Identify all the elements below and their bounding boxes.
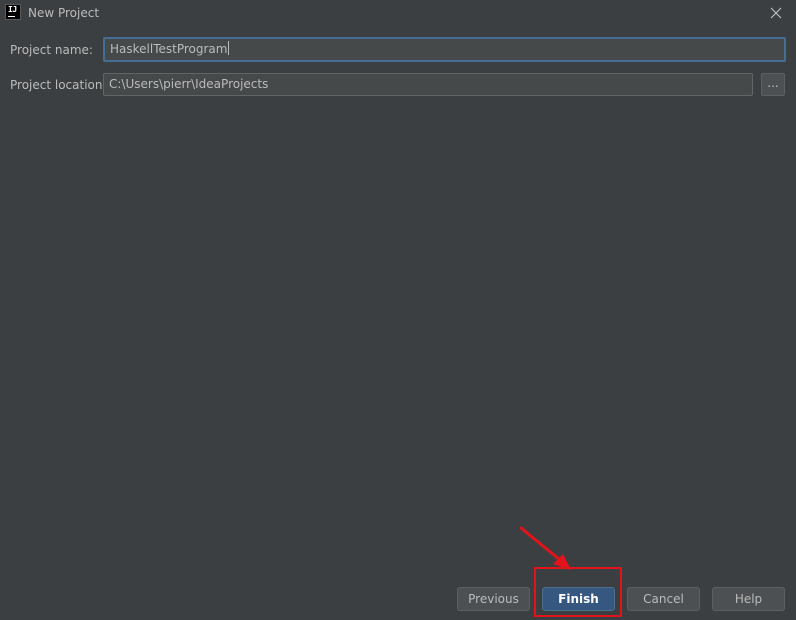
intellij-idea-icon: IJ bbox=[5, 4, 21, 20]
title-bar: IJ New Project bbox=[0, 0, 796, 26]
project-location-value: C:\Users\pierr\IdeaProjects bbox=[109, 77, 269, 91]
text-caret bbox=[228, 41, 230, 55]
close-button[interactable] bbox=[766, 3, 786, 23]
close-icon bbox=[770, 7, 782, 19]
cancel-button[interactable]: Cancel bbox=[627, 587, 700, 611]
annotation-arrow-icon bbox=[519, 526, 571, 570]
project-location-label: Project location: bbox=[10, 78, 107, 92]
project-name-value: HaskellTestProgram bbox=[110, 42, 228, 56]
window-title: New Project bbox=[28, 6, 100, 20]
browse-button[interactable]: ... bbox=[761, 73, 785, 96]
previous-button[interactable]: Previous bbox=[457, 587, 530, 611]
help-button[interactable]: Help bbox=[712, 587, 785, 611]
new-project-dialog: IJ New Project Project name: HaskellTest… bbox=[0, 0, 796, 620]
project-name-label: Project name: bbox=[10, 43, 93, 57]
annotation-highlight-box bbox=[534, 567, 622, 617]
project-location-input[interactable]: C:\Users\pierr\IdeaProjects bbox=[103, 73, 753, 96]
app-icon-text: IJ bbox=[8, 5, 17, 14]
project-name-input[interactable]: HaskellTestProgram bbox=[103, 37, 786, 62]
app-icon-underline bbox=[8, 16, 15, 17]
